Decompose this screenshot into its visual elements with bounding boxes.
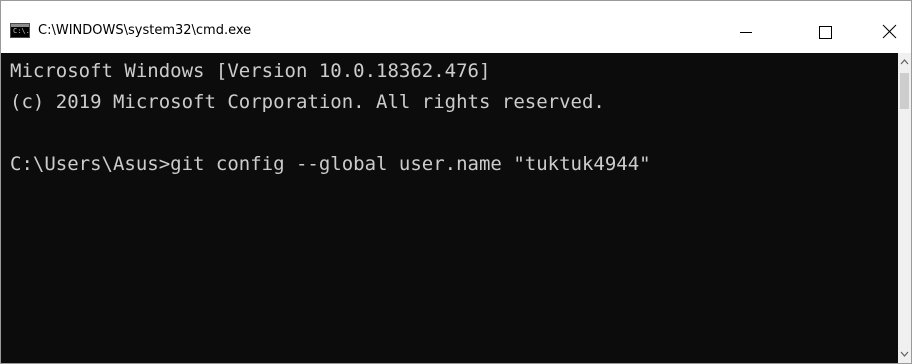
maximize-button[interactable]: [795, 1, 851, 53]
console-line-command: C:\Users\Asus>git config --global user.n…: [10, 153, 651, 175]
cmd-icon[interactable]: C:\.: [10, 23, 30, 38]
close-button[interactable]: [859, 1, 911, 53]
vertical-scrollbar[interactable]: [898, 53, 911, 363]
window-title: C:\WINDOWS\system32\cmd.exe: [38, 23, 252, 38]
scroll-thumb[interactable]: [900, 73, 909, 109]
console-output[interactable]: Microsoft Windows [Version 10.0.18362.47…: [1, 53, 898, 363]
minimize-button[interactable]: [717, 1, 773, 53]
cmd-window: C:\. C:\WINDOWS\system32\cmd.exe Microso…: [0, 0, 912, 364]
console-line-version: Microsoft Windows [Version 10.0.18362.47…: [10, 60, 491, 82]
console-line-blank: [10, 118, 898, 149]
scroll-down-button[interactable]: [898, 346, 911, 363]
chevron-down-icon: [900, 351, 909, 357]
close-icon: [882, 24, 897, 39]
title-bar[interactable]: C:\. C:\WINDOWS\system32\cmd.exe: [1, 1, 911, 53]
icon-prompt-text: C:\.: [13, 27, 30, 35]
scroll-up-button[interactable]: [898, 53, 911, 70]
minimize-icon: [740, 32, 752, 33]
console-line-copyright: (c) 2019 Microsoft Corporation. All righ…: [10, 91, 605, 113]
chevron-up-icon: [900, 59, 909, 65]
maximize-icon: [819, 26, 832, 39]
